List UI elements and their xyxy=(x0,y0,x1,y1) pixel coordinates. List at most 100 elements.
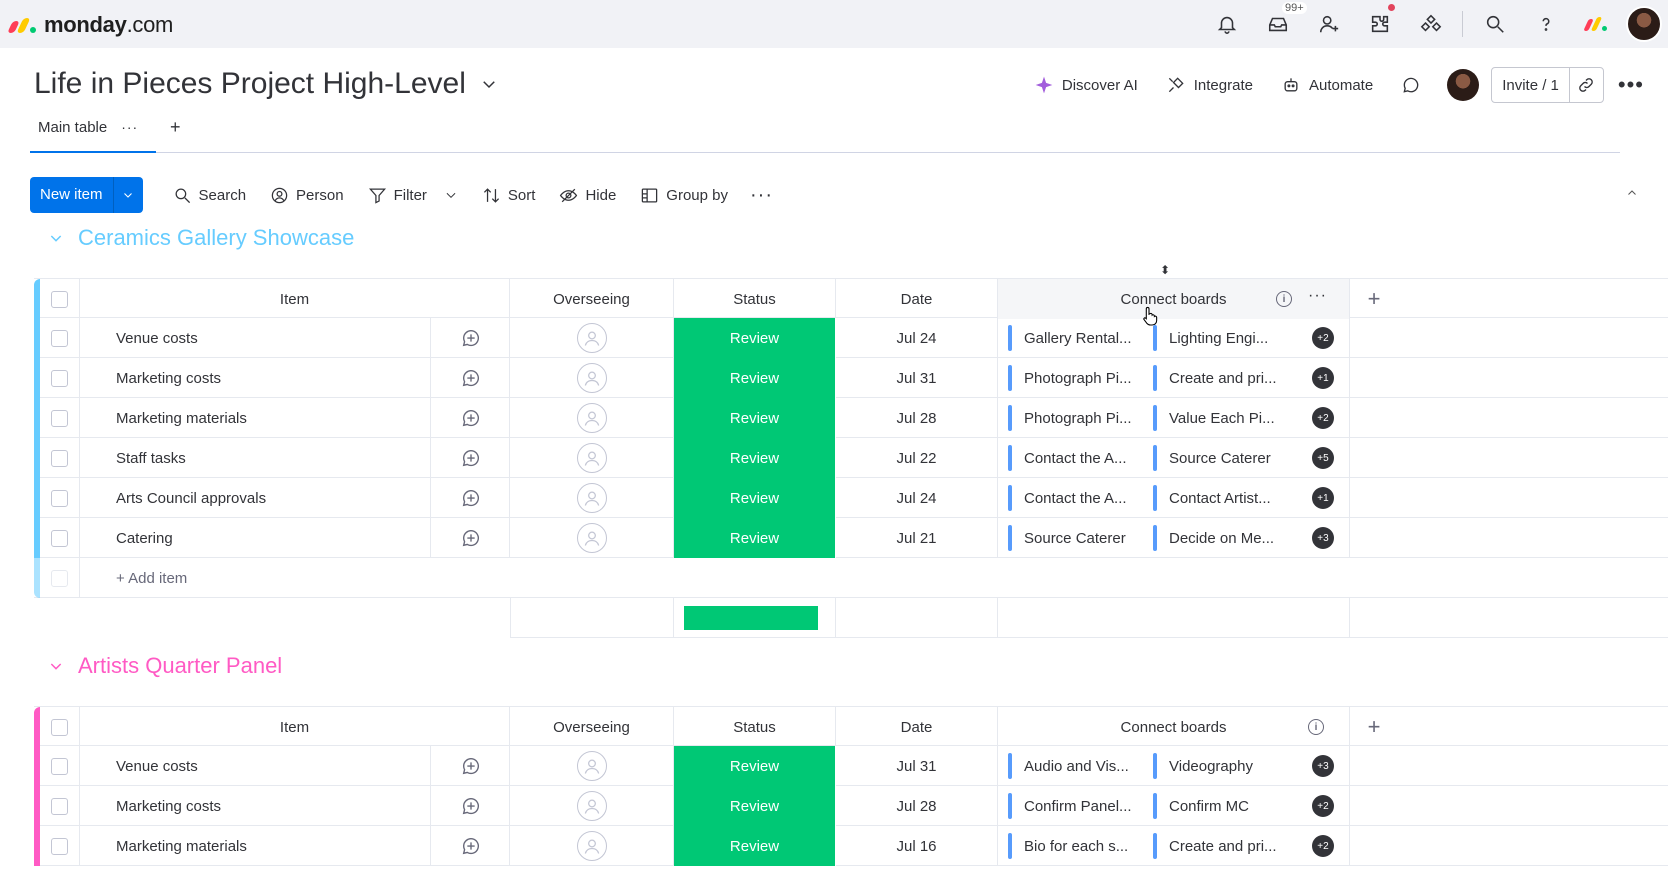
hide-button[interactable]: Hide xyxy=(547,177,628,213)
column-header-overseeing[interactable]: Overseeing xyxy=(510,279,674,319)
item-name[interactable]: Arts Council approvals xyxy=(80,490,266,507)
item-cell[interactable]: Catering xyxy=(80,518,510,558)
search-button[interactable]: Search xyxy=(161,177,259,213)
toolbar-more-icon[interactable]: ··· xyxy=(740,184,783,207)
connect-boards-cell[interactable]: Confirm Panel... Confirm MC +2 xyxy=(998,786,1350,826)
group-title[interactable]: Ceramics Gallery Showcase xyxy=(78,225,354,251)
date-cell[interactable]: Jul 31 xyxy=(836,358,998,398)
column-header-item[interactable]: Item xyxy=(80,279,510,319)
table-row[interactable]: Catering Review Jul 21 Source Caterer De… xyxy=(34,518,1668,558)
connect-boards-cell[interactable]: Contact the A... Contact Artist... +1 xyxy=(998,478,1350,518)
column-resize-icon[interactable]: ⬍ xyxy=(1160,263,1170,277)
column-header-overseeing[interactable]: Overseeing xyxy=(510,707,674,747)
status-cell[interactable]: Review xyxy=(674,826,836,866)
inbox-icon[interactable]: 99+ xyxy=(1252,0,1307,48)
row-checkbox[interactable] xyxy=(40,318,80,358)
table-row[interactable]: Marketing costs Review Jul 31 Photograph… xyxy=(34,358,1668,398)
new-item-dropdown-icon[interactable] xyxy=(112,177,143,213)
collapse-header-button[interactable] xyxy=(1618,179,1646,207)
item-cell[interactable]: Marketing materials xyxy=(80,826,510,866)
table-row[interactable]: Venue costs Review Jul 31 Audio and Vis.… xyxy=(34,746,1668,786)
add-update-icon[interactable] xyxy=(430,398,510,438)
table-row[interactable]: Arts Council approvals Review Jul 24 Con… xyxy=(34,478,1668,518)
bell-icon[interactable] xyxy=(1201,0,1252,48)
item-name[interactable]: Staff tasks xyxy=(80,450,186,467)
status-cell[interactable]: Review xyxy=(674,438,836,478)
status-summary-cell[interactable] xyxy=(674,598,836,638)
date-cell[interactable]: Jul 28 xyxy=(836,786,998,826)
date-cell[interactable]: Jul 31 xyxy=(836,746,998,786)
row-checkbox[interactable] xyxy=(40,518,80,558)
item-cell[interactable]: Venue costs xyxy=(80,318,510,358)
connected-item-chip[interactable]: Create and pri... xyxy=(1153,365,1295,391)
updates-button[interactable] xyxy=(1387,67,1435,103)
connected-item-chip[interactable]: Lighting Engi... xyxy=(1153,325,1295,351)
connect-boards-cell[interactable]: Photograph Pi... Value Each Pi... +2 xyxy=(998,398,1350,438)
item-name[interactable]: Marketing costs xyxy=(80,798,221,815)
connected-item-chip[interactable]: Value Each Pi... xyxy=(1153,405,1295,431)
column-header-item[interactable]: Item xyxy=(80,707,510,747)
tab-options-icon[interactable]: ··· xyxy=(121,119,138,135)
overseeing-cell[interactable] xyxy=(510,358,674,398)
sort-button[interactable]: Sort xyxy=(470,177,548,213)
search-icon[interactable] xyxy=(1469,0,1520,48)
item-name[interactable]: Catering xyxy=(80,530,173,547)
row-checkbox[interactable] xyxy=(40,478,80,518)
more-connections-badge[interactable]: +3 xyxy=(1312,755,1334,777)
more-connections-badge[interactable]: +1 xyxy=(1312,487,1334,509)
connected-item-chip[interactable]: Photograph Pi... xyxy=(1008,365,1150,391)
connected-item-chip[interactable]: Bio for each s... xyxy=(1008,833,1150,859)
connect-boards-cell[interactable]: Photograph Pi... Create and pri... +1 xyxy=(998,358,1350,398)
group-by-button[interactable]: Group by xyxy=(628,177,740,213)
group-header[interactable]: Artists Quarter Panel xyxy=(48,653,282,679)
add-column-button[interactable]: + xyxy=(1350,279,1398,319)
connected-item-chip[interactable]: Contact Artist... xyxy=(1153,485,1295,511)
add-view-button[interactable]: + xyxy=(170,115,181,139)
add-item-cell[interactable]: + Add item xyxy=(80,558,510,598)
chevron-down-icon[interactable] xyxy=(480,67,498,101)
row-checkbox[interactable] xyxy=(40,826,80,866)
status-cell[interactable]: Review xyxy=(674,786,836,826)
invite-button[interactable]: Invite / 1 xyxy=(1491,67,1604,103)
overseeing-cell[interactable] xyxy=(510,398,674,438)
new-item-button[interactable]: New item xyxy=(30,177,143,213)
column-header-connect-boards[interactable]: Connect boards i xyxy=(998,707,1350,747)
connected-item-chip[interactable]: Source Caterer xyxy=(1153,445,1295,471)
overseeing-cell[interactable] xyxy=(510,746,674,786)
add-update-icon[interactable] xyxy=(430,786,510,826)
connected-item-chip[interactable]: Create and pri... xyxy=(1153,833,1295,859)
column-header-status[interactable]: Status xyxy=(674,279,836,319)
table-row[interactable]: Staff tasks Review Jul 22 Contact the A.… xyxy=(34,438,1668,478)
info-icon[interactable]: i xyxy=(1276,291,1292,307)
more-connections-badge[interactable]: +1 xyxy=(1312,367,1334,389)
person-filter-button[interactable]: Person xyxy=(258,177,356,213)
date-cell[interactable]: Jul 24 xyxy=(836,478,998,518)
row-checkbox[interactable] xyxy=(40,438,80,478)
connect-boards-cell[interactable]: Audio and Vis... Videography +3 xyxy=(998,746,1350,786)
filter-button[interactable]: Filter xyxy=(356,177,470,213)
item-name[interactable]: Marketing materials xyxy=(80,838,247,855)
help-icon[interactable] xyxy=(1520,0,1571,48)
more-connections-badge[interactable]: +3 xyxy=(1312,527,1334,549)
more-connections-badge[interactable]: +5 xyxy=(1312,447,1334,469)
add-update-icon[interactable] xyxy=(430,518,510,558)
status-cell[interactable]: Review xyxy=(674,358,836,398)
column-header-date[interactable]: Date xyxy=(836,279,998,319)
connected-item-chip[interactable]: Gallery Rental... xyxy=(1008,325,1150,351)
date-cell[interactable]: Jul 28 xyxy=(836,398,998,438)
board-more-menu-icon[interactable]: ••• xyxy=(1618,72,1644,98)
item-name[interactable]: Marketing costs xyxy=(80,370,221,387)
connected-item-chip[interactable]: Contact the A... xyxy=(1008,445,1150,471)
connect-boards-cell[interactable]: Source Caterer Decide on Me... +3 xyxy=(998,518,1350,558)
connect-boards-cell[interactable]: Contact the A... Source Caterer +5 xyxy=(998,438,1350,478)
add-update-icon[interactable] xyxy=(430,358,510,398)
row-checkbox[interactable] xyxy=(40,358,80,398)
monday-logo[interactable]: monday.com xyxy=(7,12,173,38)
add-item-row[interactable]: + Add item xyxy=(34,558,1668,598)
board-member-avatar[interactable] xyxy=(1447,69,1480,101)
table-row[interactable]: Marketing materials Review Jul 16 Bio fo… xyxy=(34,826,1668,866)
item-cell[interactable]: Marketing materials xyxy=(80,398,510,438)
marketplace-icon[interactable] xyxy=(1354,0,1405,48)
more-connections-badge[interactable]: +2 xyxy=(1312,795,1334,817)
item-name[interactable]: Marketing materials xyxy=(80,410,247,427)
